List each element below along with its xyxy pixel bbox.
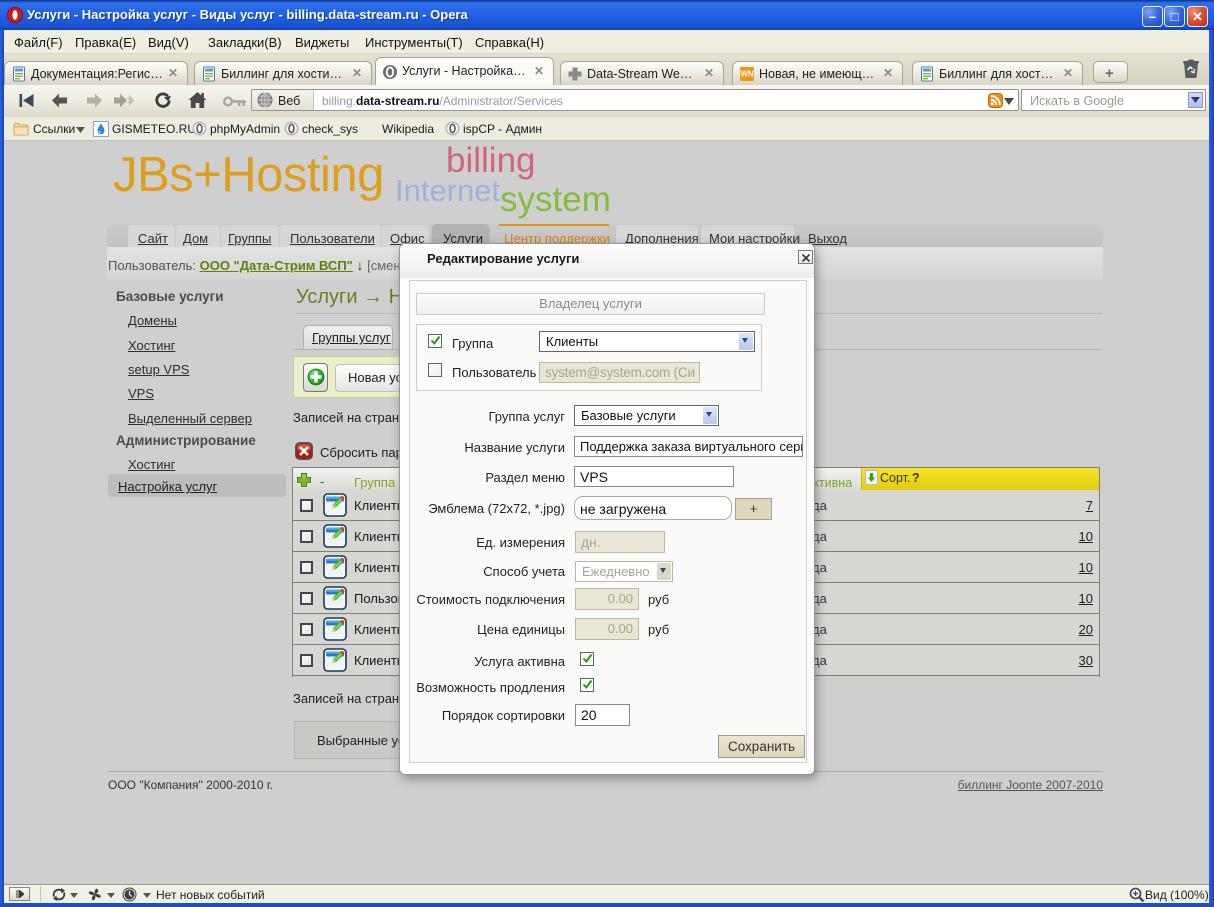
svg-text:WN: WN (740, 70, 754, 79)
